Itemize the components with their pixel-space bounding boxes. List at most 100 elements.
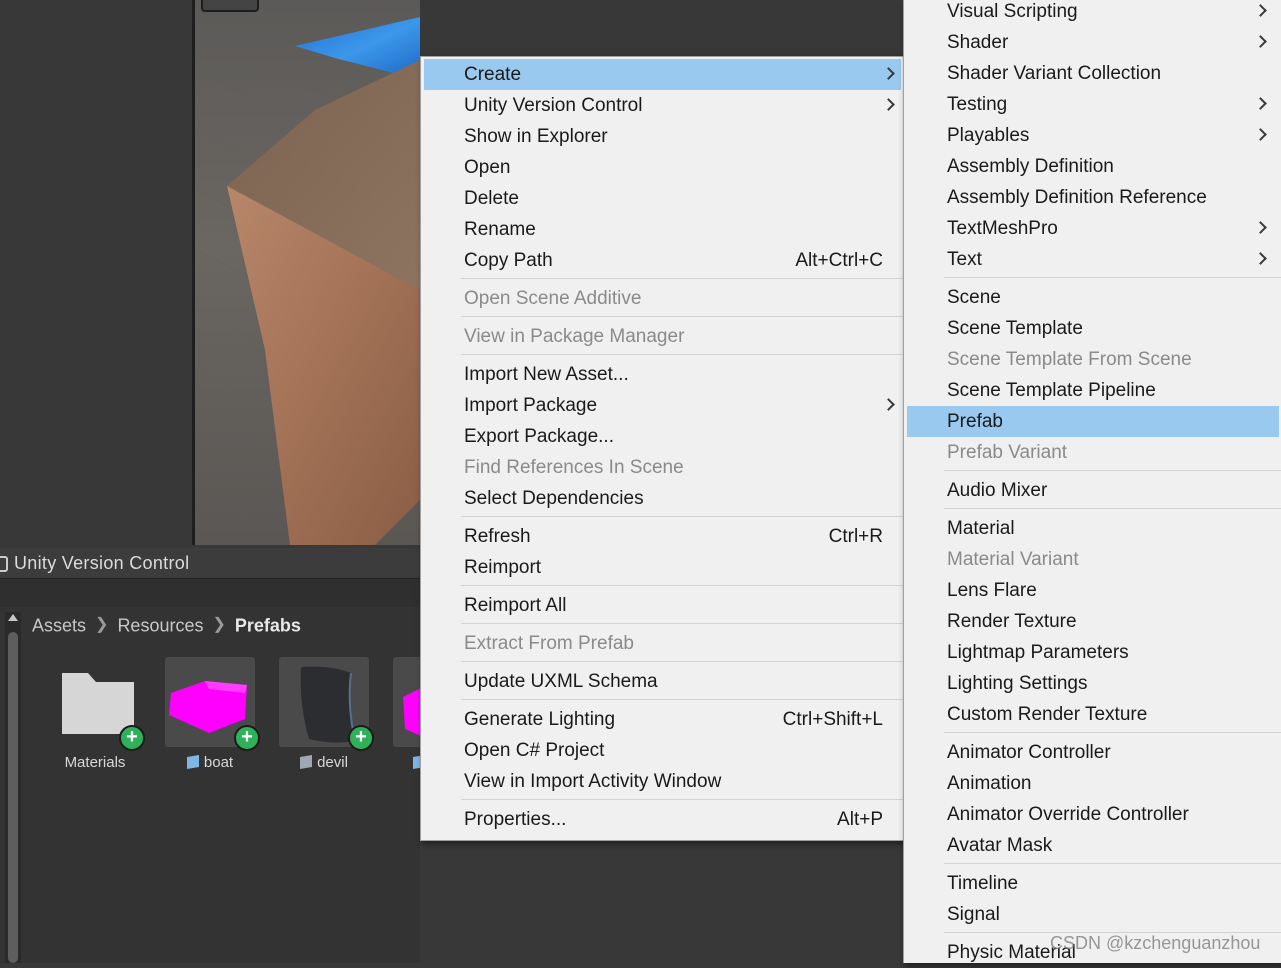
create-menu-item-signal[interactable]: Signal <box>907 899 1279 930</box>
menu-item-import-package[interactable]: Import Package <box>424 390 901 421</box>
prefab-preview <box>403 688 420 736</box>
menu-separator <box>461 699 904 700</box>
menu-item-properties[interactable]: Properties... Alt+P <box>424 804 901 835</box>
add-badge-icon: + <box>119 725 145 751</box>
create-menu-item-shader[interactable]: Shader <box>907 27 1279 58</box>
menu-item-label: Rename <box>464 219 536 240</box>
menu-item-label: Reimport <box>464 557 542 578</box>
create-menu-item-scene[interactable]: Scene <box>907 282 1279 313</box>
menu-item-label: Find References In Scene <box>464 457 684 478</box>
scrollbar-thumb[interactable] <box>8 632 18 963</box>
breadcrumb-item-prefabs[interactable]: Prefabs <box>235 615 301 635</box>
create-menu-item-custom-render-texture[interactable]: Custom Render Texture <box>907 699 1279 730</box>
scene-view[interactable] <box>195 0 420 545</box>
create-menu-item-textmeshpro[interactable]: TextMeshPro <box>907 213 1279 244</box>
asset-materials-folder[interactable]: + Materials <box>48 657 145 777</box>
menu-item-reimport[interactable]: Reimport <box>424 552 901 583</box>
menu-item-reimport-all[interactable]: Reimport All <box>424 590 901 621</box>
create-menu-item-audio-mixer[interactable]: Audio Mixer <box>907 475 1279 506</box>
prefab-cube-icon <box>413 754 420 770</box>
menu-item-import-new-asset[interactable]: Import New Asset... <box>424 359 901 390</box>
menu-item-rename[interactable]: Rename <box>424 214 901 245</box>
create-menu-item-visual-scripting[interactable]: Visual Scripting <box>907 0 1279 27</box>
create-menu-item-lens-flare[interactable]: Lens Flare <box>907 575 1279 606</box>
menu-item-label: Prefab Variant <box>947 442 1068 463</box>
asset-devil-prefab[interactable]: + devil <box>277 657 374 777</box>
menu-item-label: Shader Variant Collection <box>947 63 1162 84</box>
asset-name: boat <box>203 754 234 771</box>
menu-item-label: Signal <box>947 904 1000 925</box>
menu-item-label: Audio Mixer <box>947 480 1048 501</box>
menu-item-select-dependencies[interactable]: Select Dependencies <box>424 483 901 514</box>
menu-item-label: Reimport All <box>464 595 567 616</box>
menu-item-show-in-explorer[interactable]: Show in Explorer <box>424 121 901 152</box>
breadcrumb-item-resources[interactable]: Resources <box>117 615 203 635</box>
create-menu-item-animator-override-controller[interactable]: Animator Override Controller <box>907 799 1279 830</box>
create-menu-item-prefab[interactable]: Prefab <box>907 406 1279 437</box>
chevron-right-icon <box>1254 97 1267 110</box>
menu-separator <box>461 316 904 317</box>
menu-item-open-c-project[interactable]: Open C# Project <box>424 735 901 766</box>
menu-item-label: Scene <box>947 287 1001 308</box>
menu-item-generate-lighting[interactable]: Generate Lighting Ctrl+Shift+L <box>424 704 901 735</box>
asset-prefab-partial[interactable] <box>391 657 420 777</box>
menu-item-label: Avatar Mask <box>947 835 1053 856</box>
menu-item-label: Prefab <box>947 411 1003 432</box>
menu-item-label: Lightmap Parameters <box>947 642 1129 663</box>
menu-item-create[interactable]: Create <box>424 59 901 90</box>
menu-item-label: Assembly Definition <box>947 156 1114 177</box>
menu-item-label: Testing <box>947 94 1008 115</box>
create-menu-item-timeline[interactable]: Timeline <box>907 868 1279 899</box>
create-menu-item-animation[interactable]: Animation <box>907 768 1279 799</box>
menu-item-label: Custom Render Texture <box>947 704 1148 725</box>
menu-separator <box>461 516 904 517</box>
menu-item-label: Lens Flare <box>947 580 1037 601</box>
create-menu-item-lighting-settings[interactable]: Lighting Settings <box>907 668 1279 699</box>
scroll-up-arrow-icon[interactable] <box>8 614 18 621</box>
menu-item-update-uxml-schema[interactable]: Update UXML Schema <box>424 666 901 697</box>
chevron-right-icon <box>882 67 895 80</box>
asset-boat-prefab[interactable]: + boat <box>163 657 260 777</box>
breadcrumb-item-assets[interactable]: Assets <box>32 615 86 635</box>
create-menu-item-assembly-definition-reference[interactable]: Assembly Definition Reference <box>907 182 1279 213</box>
menu-item-label: Animator Override Controller <box>947 804 1189 825</box>
menu-item-label: View in Package Manager <box>464 326 685 347</box>
create-menu-item-playables[interactable]: Playables <box>907 120 1279 151</box>
menu-item-view-in-import-activity-window[interactable]: View in Import Activity Window <box>424 766 901 797</box>
create-menu-item-testing[interactable]: Testing <box>907 89 1279 120</box>
menu-item-delete[interactable]: Delete <box>424 183 901 214</box>
menu-item-label: Delete <box>464 188 519 209</box>
create-menu-item-assembly-definition[interactable]: Assembly Definition <box>907 151 1279 182</box>
create-menu-item-lightmap-parameters[interactable]: Lightmap Parameters <box>907 637 1279 668</box>
create-menu-item-animator-controller[interactable]: Animator Controller <box>907 737 1279 768</box>
create-menu-item-shader-variant-collection[interactable]: Shader Variant Collection <box>907 58 1279 89</box>
menu-item-label: Scene Template From Scene <box>947 349 1192 370</box>
menu-item-extract-from-prefab: Extract From Prefab <box>424 628 901 659</box>
create-menu-item-render-texture[interactable]: Render Texture <box>907 606 1279 637</box>
menu-item-label: Refresh <box>464 526 531 547</box>
menu-item-label: Import New Asset... <box>464 364 629 385</box>
asset-name: Materials <box>64 754 126 771</box>
create-menu-item-scene-template-pipeline[interactable]: Scene Template Pipeline <box>907 375 1279 406</box>
menu-item-label: Render Texture <box>947 611 1077 632</box>
menu-item-label: Animator Controller <box>947 742 1111 763</box>
create-menu-item-material[interactable]: Material <box>907 513 1279 544</box>
menu-item-refresh[interactable]: Refresh Ctrl+R <box>424 521 901 552</box>
create-menu-item-scene-template[interactable]: Scene Template <box>907 313 1279 344</box>
chevron-right-icon <box>1254 128 1267 141</box>
menu-item-open[interactable]: Open <box>424 152 901 183</box>
project-toolbar <box>0 579 420 607</box>
menu-item-label: Show in Explorer <box>464 126 608 147</box>
watermark: CSDN @kzchenguanzhou <box>1050 933 1261 953</box>
menu-item-label: Create <box>464 64 522 85</box>
create-menu-item-avatar-mask[interactable]: Avatar Mask <box>907 830 1279 861</box>
unity-version-control-tab[interactable]: Unity Version Control <box>0 548 420 579</box>
menu-item-unity-version-control[interactable]: Unity Version Control <box>424 90 901 121</box>
menu-item-view-in-package-manager: View in Package Manager <box>424 321 901 352</box>
create-menu-item-text[interactable]: Text <box>907 244 1279 275</box>
menu-item-export-package[interactable]: Export Package... <box>424 421 901 452</box>
scene-toolbar-overlay[interactable] <box>201 0 259 12</box>
asset-label: Materials <box>48 754 142 771</box>
menu-separator <box>461 799 904 800</box>
menu-item-copy-path[interactable]: Copy Path Alt+Ctrl+C <box>424 245 901 276</box>
